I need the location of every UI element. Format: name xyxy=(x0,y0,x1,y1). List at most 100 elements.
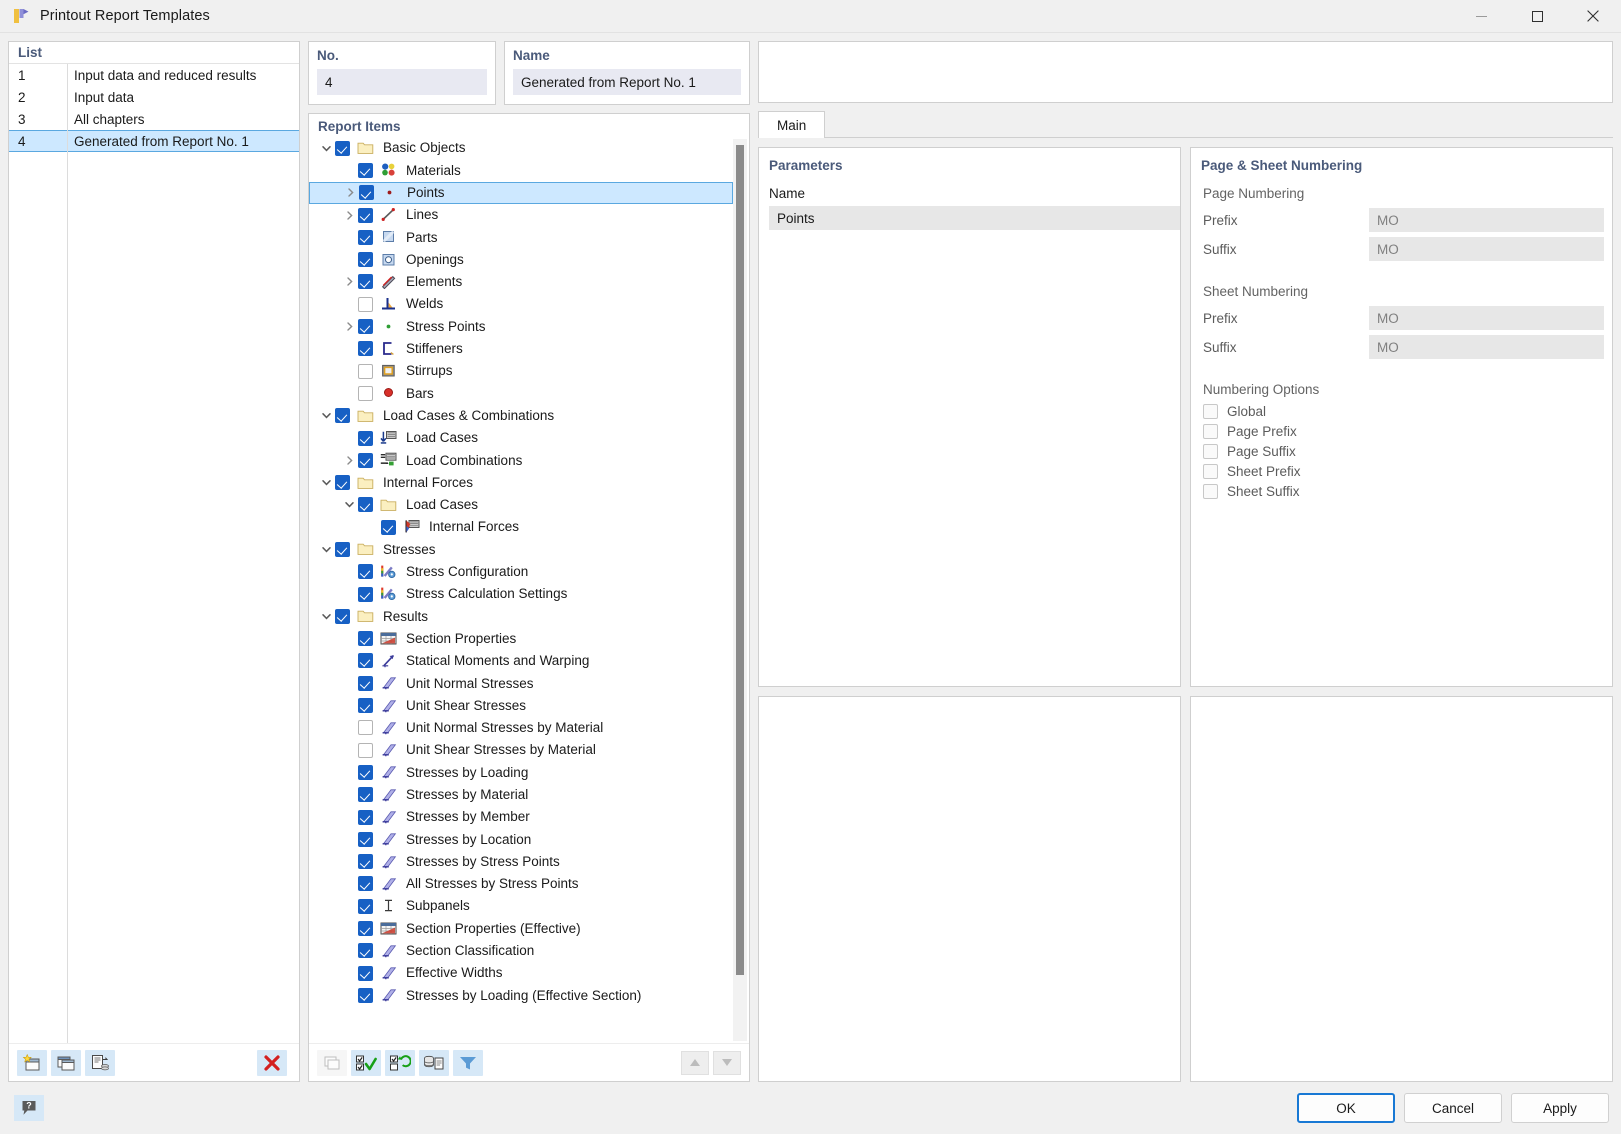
tree-item[interactable]: Stresses by Location xyxy=(309,828,733,850)
tree-item-checkbox[interactable] xyxy=(335,608,350,624)
maximize-icon[interactable] xyxy=(1509,0,1565,33)
tree-item-checkbox[interactable] xyxy=(358,921,373,937)
tree-item[interactable]: Effective Widths xyxy=(309,962,733,984)
sheet-numbering-field-value[interactable]: MO xyxy=(1369,306,1604,330)
tree-item[interactable]: Unit Normal Stresses by Material xyxy=(309,717,733,739)
tree-item-checkbox[interactable] xyxy=(358,586,373,602)
tree-item-checkbox[interactable] xyxy=(358,965,373,981)
tree-item-checkbox[interactable] xyxy=(381,519,396,535)
tree-item[interactable]: Results xyxy=(309,605,733,627)
tree-item[interactable]: Stresses by Loading (Effective Section) xyxy=(309,984,733,1006)
tree-item-checkbox[interactable] xyxy=(358,764,373,780)
tree-item[interactable]: Openings xyxy=(309,248,733,270)
tree-item-checkbox[interactable] xyxy=(358,653,373,669)
select-all-button[interactable] xyxy=(351,1049,381,1076)
list-item[interactable]: 4 Generated from Report No. 1 xyxy=(9,130,299,152)
chevron-right-icon[interactable] xyxy=(340,276,358,287)
tree-item[interactable]: Welds xyxy=(309,293,733,315)
tree-item[interactable]: Bars xyxy=(309,382,733,404)
tree-item-checkbox[interactable] xyxy=(358,430,373,446)
tree-item[interactable]: Parts xyxy=(309,226,733,248)
tree-item-checkbox[interactable] xyxy=(358,363,373,379)
tree-item-checkbox[interactable] xyxy=(358,987,373,1003)
tree-item[interactable]: Internal Forces xyxy=(309,516,733,538)
numbering-option-row[interactable]: Sheet Suffix xyxy=(1201,484,1604,499)
parameter-name-value[interactable]: Points xyxy=(769,206,1180,230)
tree-item-checkbox[interactable] xyxy=(358,497,373,513)
tree-item[interactable]: Points xyxy=(309,181,733,204)
tree-item-checkbox[interactable] xyxy=(358,943,373,959)
filter-button[interactable] xyxy=(453,1049,483,1076)
move-up-button[interactable] xyxy=(681,1050,709,1075)
chevron-down-icon[interactable] xyxy=(317,611,335,622)
help-icon[interactable]: ? xyxy=(14,1095,44,1121)
tree-item-checkbox[interactable] xyxy=(358,207,373,223)
tree-item-checkbox[interactable] xyxy=(358,831,373,847)
tree-item-checkbox[interactable] xyxy=(358,698,373,714)
tree-item[interactable]: Load Cases xyxy=(309,494,733,516)
ok-button[interactable]: OK xyxy=(1297,1093,1395,1123)
tree-item[interactable]: Stress Calculation Settings xyxy=(309,583,733,605)
tree-item-checkbox[interactable] xyxy=(358,452,373,468)
tree-scrollbar[interactable] xyxy=(733,139,747,1041)
tree-item-checkbox[interactable] xyxy=(335,408,350,424)
tree-item[interactable]: Load Combinations xyxy=(309,449,733,471)
move-down-button[interactable] xyxy=(713,1050,741,1075)
tree-item-checkbox[interactable] xyxy=(358,162,373,178)
tree-item[interactable]: Stress Points xyxy=(309,315,733,337)
tree-item-checkbox[interactable] xyxy=(358,296,373,312)
copy-template-button[interactable] xyxy=(51,1049,81,1076)
tree-item-checkbox[interactable] xyxy=(358,720,373,736)
tree-item[interactable]: Basic Objects xyxy=(309,137,733,159)
tree-item[interactable]: Elements xyxy=(309,271,733,293)
page-numbering-field-value[interactable]: MO xyxy=(1369,237,1604,261)
minimize-icon[interactable] xyxy=(1453,0,1509,33)
tree-item-checkbox[interactable] xyxy=(358,876,373,892)
load-from-database-button[interactable] xyxy=(419,1049,449,1076)
templates-list[interactable]: 1 Input data and reduced results 2 Input da… xyxy=(9,64,299,1043)
tree-item-checkbox[interactable] xyxy=(358,341,373,357)
tree-item-checkbox[interactable] xyxy=(358,319,373,335)
close-icon[interactable] xyxy=(1565,0,1621,33)
list-item[interactable]: 2 Input data xyxy=(9,86,299,108)
tree-item[interactable]: Section Classification xyxy=(309,940,733,962)
numbering-option-checkbox[interactable] xyxy=(1203,444,1218,459)
chevron-down-icon[interactable] xyxy=(317,410,335,421)
chevron-down-icon[interactable] xyxy=(317,143,335,154)
tree-item-checkbox[interactable] xyxy=(358,898,373,914)
list-item[interactable]: 1 Input data and reduced results xyxy=(9,64,299,86)
tree-item[interactable]: Stiffeners xyxy=(309,338,733,360)
tree-item-checkbox[interactable] xyxy=(358,564,373,580)
tree-item[interactable]: Stresses by Stress Points xyxy=(309,851,733,873)
tree-item[interactable]: Stirrups xyxy=(309,360,733,382)
tree-item-checkbox[interactable] xyxy=(358,631,373,647)
tree-item[interactable]: Load Cases xyxy=(309,427,733,449)
report-items-tree[interactable]: Basic Objects Materials Points Lines Parts Op… xyxy=(309,137,733,1043)
chevron-down-icon[interactable] xyxy=(317,477,335,488)
delete-template-button[interactable] xyxy=(257,1049,287,1076)
tree-item[interactable]: Load Cases & Combinations xyxy=(309,405,733,427)
name-input[interactable] xyxy=(513,69,741,95)
tree-item[interactable]: Unit Shear Stresses xyxy=(309,694,733,716)
tree-item-checkbox[interactable] xyxy=(358,787,373,803)
tree-scrollbar-thumb[interactable] xyxy=(736,145,744,975)
tree-item[interactable]: Unit Shear Stresses by Material xyxy=(309,739,733,761)
numbering-option-row[interactable]: Page Prefix xyxy=(1201,424,1604,439)
chevron-right-icon[interactable] xyxy=(341,187,359,198)
no-input[interactable] xyxy=(317,69,487,95)
page-numbering-field-value[interactable]: MO xyxy=(1369,208,1604,232)
tree-item[interactable]: Internal Forces xyxy=(309,471,733,493)
tree-item-checkbox[interactable] xyxy=(335,140,350,156)
cancel-button[interactable]: Cancel xyxy=(1404,1093,1502,1123)
tree-item-checkbox[interactable] xyxy=(358,675,373,691)
chevron-right-icon[interactable] xyxy=(340,321,358,332)
tree-item-checkbox[interactable] xyxy=(335,541,350,557)
numbering-option-checkbox[interactable] xyxy=(1203,404,1218,419)
numbering-option-checkbox[interactable] xyxy=(1203,424,1218,439)
tree-item[interactable]: Stresses by Loading xyxy=(309,761,733,783)
tree-item-checkbox[interactable] xyxy=(358,274,373,290)
chevron-down-icon[interactable] xyxy=(317,544,335,555)
tree-item-checkbox[interactable] xyxy=(358,742,373,758)
numbering-option-checkbox[interactable] xyxy=(1203,484,1218,499)
tree-item-checkbox[interactable] xyxy=(358,809,373,825)
